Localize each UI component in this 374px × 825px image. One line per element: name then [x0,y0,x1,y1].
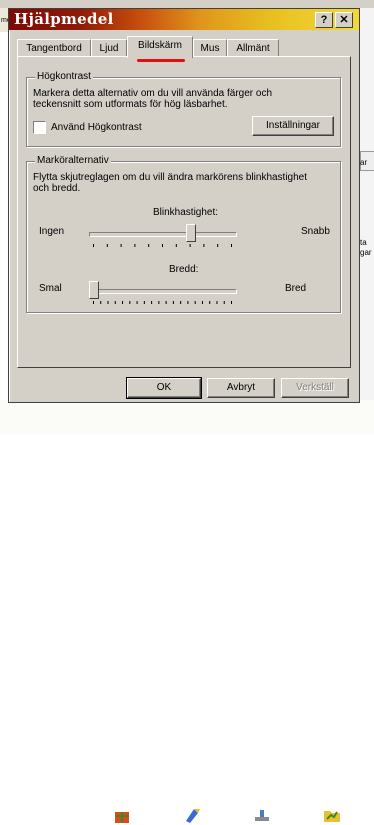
slider-tick [203,244,205,247]
gift-icon [115,812,129,823]
slider-tick [100,301,102,304]
background-desktop-strip [0,400,374,823]
slider-tick [120,244,122,247]
slider-tick [217,244,219,247]
slider-tick [223,301,225,304]
slider-tick [129,301,131,304]
folder-icon [324,811,340,822]
slider-tick [93,244,94,247]
high-contrast-checkbox[interactable] [33,121,46,134]
tab-display[interactable]: Bildskärm [127,36,193,58]
active-tab-highlight [137,59,185,62]
slider-tick [136,301,138,304]
slider-tick [107,301,109,304]
slider-tick [231,301,232,304]
window-title: Hjälpmedel [14,10,114,28]
cursor-options-description: Flytta skjutreglagen om du vill ändra ma… [33,172,308,194]
width-min-label: Smal [39,283,62,294]
high-contrast-checkbox-label[interactable]: Använd Högkontrast [51,122,142,133]
slider-tick [189,244,191,247]
slider-tick [114,301,116,304]
width-ticks [93,301,232,304]
apply-button[interactable]: Verkställ [281,378,349,398]
help-button[interactable]: ? [315,12,333,28]
tab-general[interactable]: Allmänt [227,39,279,57]
slider-tick [158,301,160,304]
slider-tick [231,244,232,247]
background-text: gar [360,248,372,257]
blink-rate-track [89,232,237,237]
slider-tick [209,301,211,304]
slider-tick [106,244,108,247]
paint-icon [186,809,200,823]
tools-icon [255,810,269,821]
blink-rate-slider-thumb[interactable] [185,224,196,242]
settings-button[interactable]: Inställningar [252,116,334,136]
background-text: ar [360,158,368,167]
blink-max-label: Snabb [301,226,330,237]
slider-tick [134,244,136,247]
width-track [89,289,237,294]
blink-rate-label: Blinkhastighet: [153,207,219,218]
tab-sound[interactable]: Ljud [91,39,127,57]
blink-rate-ticks [93,244,232,247]
width-label: Bredd: [169,264,199,275]
display-tab-panel: Högkontrast Markera detta alternativ om … [17,56,351,368]
slider-tick [143,301,145,304]
slider-tick [194,301,196,304]
close-button[interactable]: ✕ [335,12,353,28]
slider-tick [172,301,174,304]
width-max-label: Bred [285,283,307,294]
slider-tick [165,301,167,304]
high-contrast-group: Högkontrast Markera detta alternativ om … [26,71,341,147]
slider-tick [122,301,124,304]
background-right-pane: ar ta gar [360,8,374,435]
tab-keyboard[interactable]: Tangentbord [17,39,91,57]
slider-tick [162,244,163,247]
width-slider-thumb[interactable] [89,281,99,299]
slider-tick [148,244,150,247]
ok-button[interactable]: OK [126,377,202,399]
slider-tick [175,244,177,247]
cursor-options-group: Marköralternativ Flytta skjutreglagen om… [26,155,341,313]
slider-tick [201,301,203,304]
blink-min-label: Ingen [39,226,65,237]
title-bar[interactable]: Hjälpmedel ? ✕ [9,9,359,30]
cursor-options-legend: Marköralternativ [35,155,111,166]
high-contrast-description: Markera detta alternativ om du vill anvä… [33,88,273,110]
slider-tick [187,301,189,304]
cancel-button[interactable]: Avbryt [207,378,275,398]
slider-tick [151,301,153,304]
slider-tick [93,301,94,304]
tab-mouse[interactable]: Mus [193,39,227,57]
slider-tick [180,301,182,304]
high-contrast-legend: Högkontrast [35,71,93,82]
background-text: ta [360,238,367,247]
slider-tick [216,301,218,304]
accessibility-dialog: Hjälpmedel ? ✕ Tangentbord Ljud Bildskär… [8,8,360,403]
